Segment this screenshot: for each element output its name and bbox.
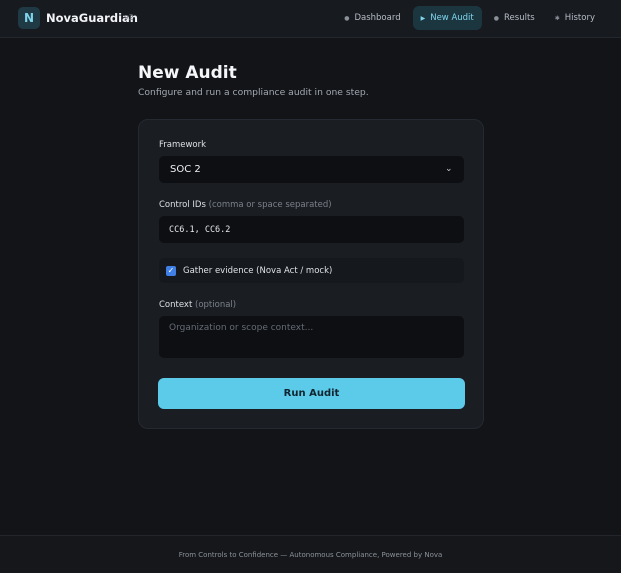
dot-icon: ● [344,14,350,22]
control-ids-label: Control IDs (comma or space separated) [159,200,332,210]
context-hint: (optional) [195,300,237,310]
nav-item-new-audit[interactable]: ▶ New Audit [412,6,482,30]
gather-evidence-checkbox[interactable]: ✓ [166,265,176,276]
framework-label: Framework [159,140,206,150]
main-nav: ● Dashboard ▶ New Audit ● Results ✱ Hist… [336,6,603,30]
app-logo[interactable]: N [18,7,40,29]
control-ids-label-text: Control IDs [159,200,206,210]
framework-label-text: Framework [159,140,207,150]
page-subtitle: Configure and run a compliance audit in … [138,87,369,98]
top-navigation-bar: N NovaGuardian v2 ● Dashboard ▶ New Audi… [0,0,621,38]
gather-evidence-option[interactable]: ✓ Gather evidence (Nova Act / mock) [159,258,464,283]
app-version: v2 [124,13,134,22]
nav-item-label: New Audit [430,13,474,23]
gather-evidence-label: Gather evidence (Nova Act / mock) [183,265,333,276]
nav-item-results[interactable]: ● Results [486,6,543,30]
sparkle-icon: ✱ [554,14,560,22]
logo-letter: N [23,11,35,25]
nav-item-label: History [564,13,595,23]
nav-item-label: Dashboard [354,13,401,23]
footer: From Controls to Confidence — Autonomous… [0,535,621,573]
run-audit-button[interactable]: Run Audit [158,378,465,409]
nav-item-dashboard[interactable]: ● Dashboard [336,6,408,30]
dot-icon: ● [493,14,500,22]
framework-select[interactable]: SOC 2 ⌄ [159,156,464,183]
context-label-text: Context [159,300,193,310]
play-icon: ▶ [420,14,426,22]
nav-item-history[interactable]: ✱ History [547,6,603,30]
control-ids-hint: (comma or space separated) [208,200,332,210]
chevron-down-icon: ⌄ [445,164,453,174]
control-ids-input[interactable] [159,216,464,243]
nav-item-label: Results [504,13,535,23]
context-label: Context (optional) [159,300,236,310]
audit-form-card: Framework SOC 2 ⌄ Control IDs (comma or … [138,119,484,429]
page-title: New Audit [138,63,237,83]
framework-selected-value: SOC 2 [170,164,201,175]
context-textarea[interactable] [159,316,464,358]
footer-text: From Controls to Confidence — Autonomous… [178,550,443,559]
